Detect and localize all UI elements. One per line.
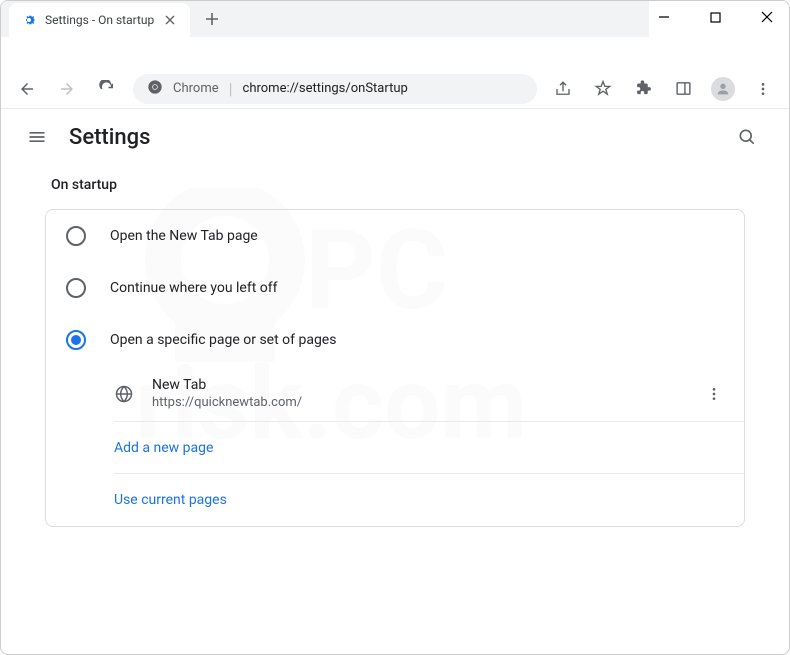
radio-label: Open the New Tab page — [110, 228, 258, 244]
close-window-button[interactable] — [754, 3, 782, 31]
tab-title: Settings - On startup — [45, 13, 154, 27]
startup-card: Open the New Tab page Continue where you… — [45, 209, 745, 527]
profile-button[interactable] — [709, 75, 737, 103]
search-button[interactable] — [729, 119, 765, 155]
radio-label: Continue where you left off — [110, 280, 278, 296]
address-bar[interactable]: Chrome | chrome://settings/onStartup — [133, 74, 537, 104]
browser-window: Settings - On startup — [0, 0, 790, 655]
settings-header: Settings — [1, 109, 789, 165]
minimize-button[interactable] — [651, 3, 679, 31]
hamburger-menu-button[interactable] — [25, 125, 49, 149]
tab-strip: Settings - On startup — [1, 1, 649, 37]
add-page-row[interactable]: Add a new page — [114, 422, 744, 474]
url-separator: | — [229, 79, 233, 98]
url-text: chrome://settings/onStartup — [243, 81, 408, 96]
radio-icon — [66, 278, 86, 298]
startup-pages-list: New Tab https://quicknewtab.com/ Add a n… — [46, 366, 744, 526]
globe-icon — [114, 384, 134, 404]
back-button[interactable] — [13, 75, 41, 103]
settings-icon — [21, 12, 37, 28]
radio-icon — [66, 330, 86, 350]
radio-label: Open a specific page or set of pages — [110, 332, 336, 348]
sidepanel-icon[interactable] — [669, 75, 697, 103]
startup-page-entry: New Tab https://quicknewtab.com/ — [114, 366, 744, 422]
radio-icon — [66, 226, 86, 246]
radio-open-newtab[interactable]: Open the New Tab page — [46, 210, 744, 262]
extensions-icon[interactable] — [629, 75, 657, 103]
kebab-menu-button[interactable] — [749, 75, 777, 103]
use-current-row[interactable]: Use current pages — [114, 474, 744, 526]
settings-content: On startup Open the New Tab page Continu… — [1, 165, 789, 539]
add-page-link[interactable]: Add a new page — [114, 440, 213, 456]
url-app-chip: Chrome — [173, 81, 219, 96]
page-entry-url: https://quicknewtab.com/ — [152, 395, 678, 410]
chrome-icon — [147, 79, 163, 99]
new-tab-button[interactable] — [198, 5, 226, 33]
section-label: On startup — [45, 177, 745, 193]
maximize-button[interactable] — [702, 3, 730, 31]
use-current-link[interactable]: Use current pages — [114, 492, 227, 508]
radio-specific-pages[interactable]: Open a specific page or set of pages — [46, 314, 744, 366]
share-icon[interactable] — [549, 75, 577, 103]
page-entry-more-button[interactable] — [696, 376, 732, 412]
forward-button — [53, 75, 81, 103]
page-entry-title: New Tab — [152, 377, 678, 393]
close-icon[interactable] — [162, 12, 178, 28]
radio-continue[interactable]: Continue where you left off — [46, 262, 744, 314]
page-title: Settings — [69, 125, 709, 150]
avatar-icon — [711, 77, 735, 101]
bookmark-icon[interactable] — [589, 75, 617, 103]
reload-button[interactable] — [93, 75, 121, 103]
browser-tab[interactable]: Settings - On startup — [9, 3, 190, 37]
toolbar: Chrome | chrome://settings/onStartup — [1, 69, 789, 109]
